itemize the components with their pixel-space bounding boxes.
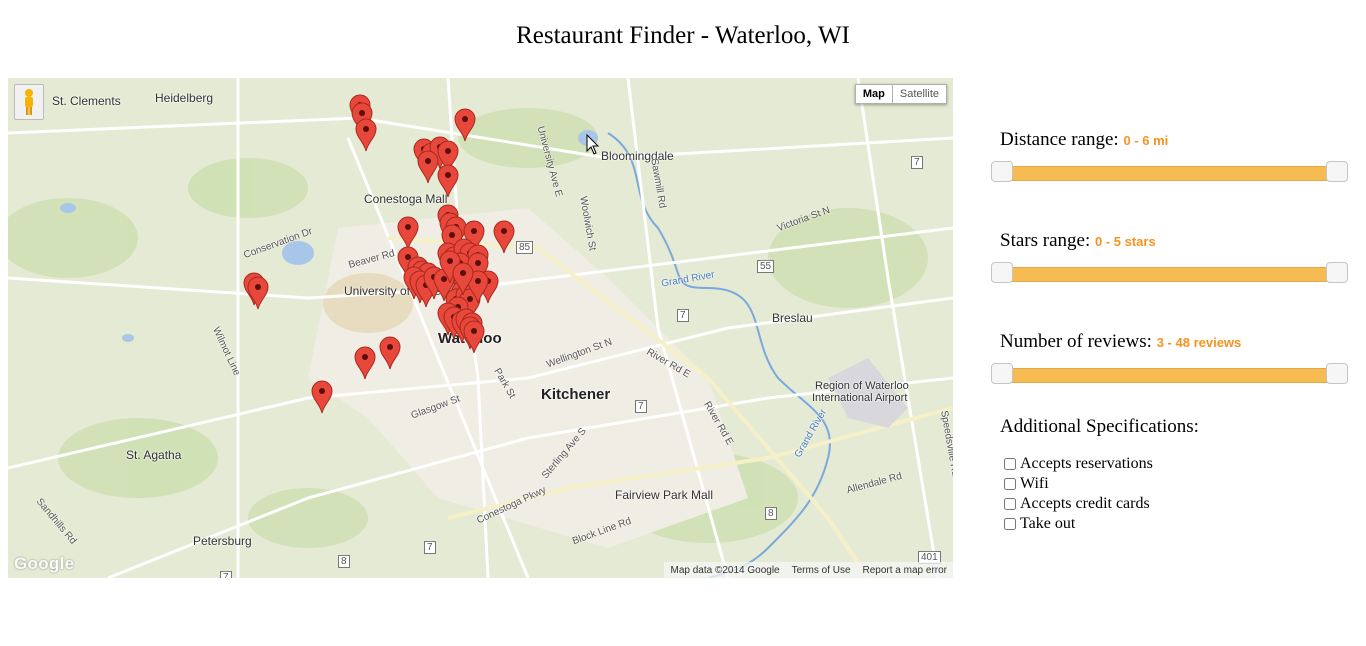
- google-logo: Google: [14, 554, 75, 573]
- reviews-filter: Number of reviews: 3 - 48 reviews: [991, 328, 1352, 384]
- reservations-checkbox[interactable]: [1004, 458, 1016, 470]
- page-title: Restaurant Finder - Waterloo, WI: [516, 22, 850, 49]
- take-out-checkbox[interactable]: [1004, 518, 1016, 530]
- reviews-slider-range: [1002, 368, 1340, 383]
- distance-value: 0 - 6 mi: [1123, 133, 1169, 148]
- place-label: Bloomingdale: [601, 149, 674, 163]
- place-label: Heidelberg: [155, 91, 214, 105]
- highway-shield: 7: [677, 309, 689, 322]
- filter-panel: Distance range: 0 - 6 mi Stars range: 0 …: [991, 126, 1352, 534]
- reviews-min-handle[interactable]: [991, 363, 1013, 384]
- wifi-checkbox[interactable]: [1004, 478, 1016, 490]
- highway-shield: 7: [220, 571, 232, 578]
- map-view-button[interactable]: Map: [854, 84, 893, 104]
- spec-option-label: Accepts credit cards: [1020, 495, 1150, 512]
- map-marker-icon[interactable]: [397, 216, 419, 250]
- reviews-max-handle[interactable]: [1326, 363, 1348, 384]
- reviews-value: 3 - 48 reviews: [1156, 335, 1242, 350]
- map-marker-icon[interactable]: [417, 150, 439, 184]
- specifications-list: Accepts reservations Wifi Accepts credit…: [1000, 454, 1352, 534]
- distance-label: Distance range: 0 - 6 mi: [1000, 126, 1352, 154]
- map-type-control: Map Satellite: [854, 84, 947, 104]
- reviews-label: Number of reviews: 3 - 48 reviews: [1000, 328, 1352, 356]
- map-marker-icon[interactable]: [311, 380, 333, 414]
- highway-shield: 8: [338, 555, 350, 568]
- stars-min-handle[interactable]: [991, 262, 1013, 283]
- spec-option-credit-cards[interactable]: Accepts credit cards: [1000, 494, 1352, 514]
- specifications-heading: Additional Specifications:: [1000, 416, 1199, 437]
- place-label: St. Clements: [52, 94, 121, 108]
- spec-option-label: Accepts reservations: [1020, 455, 1153, 472]
- stars-slider[interactable]: [991, 262, 1352, 283]
- map-attribution: Map data ©2014 Google Terms of Use Repor…: [664, 562, 953, 578]
- map-marker-icon[interactable]: [452, 262, 474, 296]
- map-marker-icon[interactable]: [247, 276, 269, 310]
- street-view-pegman[interactable]: [14, 84, 44, 120]
- map-marker-icon[interactable]: [355, 118, 377, 152]
- stars-max-handle[interactable]: [1326, 262, 1348, 283]
- place-label: St. Agatha: [126, 448, 182, 462]
- place-label: International Airport: [812, 392, 908, 404]
- map-marker-icon[interactable]: [493, 220, 515, 254]
- stars-label: Stars range: 0 - 5 stars: [1000, 227, 1352, 255]
- map-marker-icon[interactable]: [437, 164, 459, 198]
- highway-shield: 55: [757, 260, 775, 273]
- distance-max-handle[interactable]: [1326, 161, 1348, 182]
- reviews-label-text: Number of reviews:: [1000, 331, 1152, 352]
- highway-shield: 8: [765, 507, 777, 520]
- place-label: Petersburg: [193, 534, 252, 548]
- spec-option-take-out[interactable]: Take out: [1000, 514, 1352, 534]
- stars-filter: Stars range: 0 - 5 stars: [991, 227, 1352, 283]
- place-label: Fairview Park Mall: [615, 488, 714, 502]
- map-marker-icon[interactable]: [354, 346, 376, 380]
- map[interactable]: St. Clements Heidelberg Bloomingdale Con…: [8, 78, 953, 578]
- spec-option-reservations[interactable]: Accepts reservations: [1000, 454, 1352, 474]
- credit-cards-checkbox[interactable]: [1004, 498, 1016, 510]
- report-map-error-link[interactable]: Report a map error: [863, 565, 947, 576]
- highway-shield: 7: [424, 541, 436, 554]
- distance-min-handle[interactable]: [991, 161, 1013, 182]
- place-label: Conestoga Mall: [364, 192, 448, 206]
- distance-slider[interactable]: [991, 161, 1352, 182]
- highway-shield: 85: [516, 241, 534, 254]
- distance-filter: Distance range: 0 - 6 mi: [991, 126, 1352, 182]
- place-label: Breslau: [772, 311, 813, 325]
- mouse-cursor-icon: [586, 134, 600, 155]
- map-marker-icon[interactable]: [463, 320, 485, 354]
- map-marker-icon[interactable]: [454, 108, 476, 142]
- spec-option-wifi[interactable]: Wifi: [1000, 474, 1352, 494]
- stars-label-text: Stars range:: [1000, 230, 1091, 251]
- spec-option-label: Wifi: [1020, 475, 1049, 492]
- stars-slider-range: [1002, 267, 1340, 282]
- distance-slider-range: [1002, 166, 1340, 181]
- spec-option-label: Take out: [1020, 515, 1076, 532]
- place-label: Region of Waterloo: [815, 380, 909, 392]
- map-data-credit: Map data ©2014 Google: [670, 564, 780, 576]
- map-marker-icon[interactable]: [379, 336, 401, 370]
- reviews-slider[interactable]: [991, 363, 1352, 384]
- pegman-icon: [25, 89, 33, 115]
- highway-shield: 7: [911, 156, 923, 169]
- place-label: Kitchener: [541, 386, 611, 403]
- highway-shield: 7: [635, 400, 647, 413]
- satellite-view-button[interactable]: Satellite: [892, 84, 947, 104]
- terms-of-use-link[interactable]: Terms of Use: [792, 565, 851, 576]
- distance-label-text: Distance range:: [1000, 129, 1119, 150]
- stars-value: 0 - 5 stars: [1094, 234, 1156, 249]
